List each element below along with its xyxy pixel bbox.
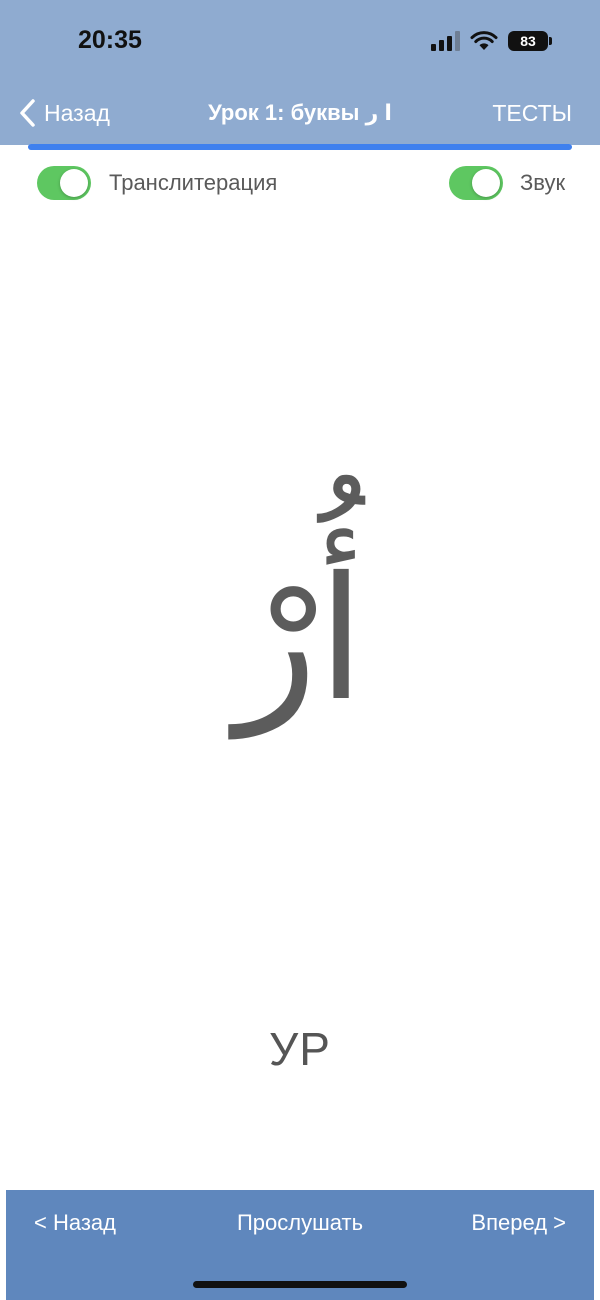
signal-icon — [431, 31, 460, 51]
transliteration-toggle[interactable] — [37, 166, 91, 200]
chevron-left-icon — [20, 99, 35, 127]
transliteration-label: Транслитерация — [109, 170, 278, 195]
bottom-toolbar: < Назад Прослушать Вперед > — [6, 1190, 594, 1300]
toggle-knob — [60, 169, 88, 197]
home-indicator[interactable] — [193, 1281, 407, 1288]
tests-button[interactable]: ТЕСТЫ — [492, 100, 572, 127]
sound-label: Звук — [520, 170, 566, 195]
next-button[interactable]: Вперед > — [471, 1210, 566, 1236]
listen-button[interactable]: Прослушать — [237, 1210, 363, 1235]
sound-toggle[interactable] — [449, 166, 503, 200]
arabic-syllable: أُرْ — [235, 541, 365, 739]
transliteration-text: УР — [269, 1023, 331, 1075]
nav-back-label: Назад — [44, 99, 110, 126]
status-time: 20:35 — [78, 26, 142, 54]
prev-button[interactable]: < Назад — [34, 1210, 116, 1236]
lesson-progress-bar — [28, 144, 572, 150]
nav-back-button[interactable]: Назад — [18, 96, 110, 130]
lesson-progress-fill — [28, 144, 572, 150]
status-icons: 83 — [431, 30, 552, 52]
settings-toggles: Транслитерация Звук — [0, 166, 600, 202]
wifi-icon — [470, 31, 498, 50]
page-title: Урок 1: буквы ا ر — [208, 100, 392, 125]
battery-icon: 83 — [508, 31, 552, 51]
toggle-knob — [472, 169, 500, 197]
header: 20:35 83 Назад Урок 1: буквы ا ر ТЕСТЫ — [0, 0, 600, 145]
